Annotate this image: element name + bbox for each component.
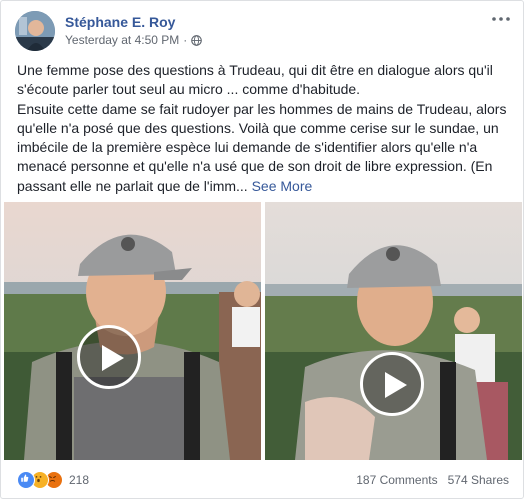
- video-thumbnail-2[interactable]: [265, 202, 522, 460]
- timestamp[interactable]: Yesterday at 4:50 PM: [65, 33, 179, 47]
- post-media: [4, 202, 522, 460]
- video-frame-1: [4, 202, 261, 460]
- engagement-stats: 187 Comments 574 Shares: [356, 473, 509, 487]
- author-name[interactable]: Stéphane E. Roy: [65, 14, 175, 30]
- post-text: Une femme pose des questions à Trudeau, …: [17, 61, 509, 196]
- like-reaction-icon: [17, 471, 35, 489]
- avatar[interactable]: [15, 11, 55, 51]
- see-more-link[interactable]: See More: [252, 178, 313, 194]
- globe-icon[interactable]: [191, 34, 203, 46]
- more-options-icon[interactable]: [489, 9, 513, 29]
- comments-count[interactable]: 187 Comments: [356, 473, 437, 487]
- play-icon: [102, 345, 124, 371]
- video-frame-2: [265, 202, 522, 460]
- shares-count[interactable]: 574 Shares: [448, 473, 509, 487]
- video-thumbnail-1[interactable]: [4, 202, 261, 460]
- reactions-summary[interactable]: 218: [17, 471, 89, 489]
- play-button-1[interactable]: [77, 325, 141, 389]
- post-header: Stéphane E. Roy Yesterday at 4:50 PM ·: [13, 11, 513, 51]
- post-card: Stéphane E. Roy Yesterday at 4:50 PM · U…: [0, 0, 524, 499]
- post-footer: 218 187 Comments 574 Shares: [13, 468, 511, 492]
- reaction-count[interactable]: 218: [69, 473, 89, 487]
- post-paragraph-1: Une femme pose des questions à Trudeau, …: [17, 62, 493, 98]
- meta-separator: ·: [183, 33, 188, 47]
- play-button-2[interactable]: [360, 352, 424, 416]
- post-paragraph-2: Ensuite cette dame se fait rudoyer par l…: [17, 100, 509, 196]
- post-meta: Yesterday at 4:50 PM ·: [65, 33, 203, 47]
- play-icon: [385, 372, 407, 398]
